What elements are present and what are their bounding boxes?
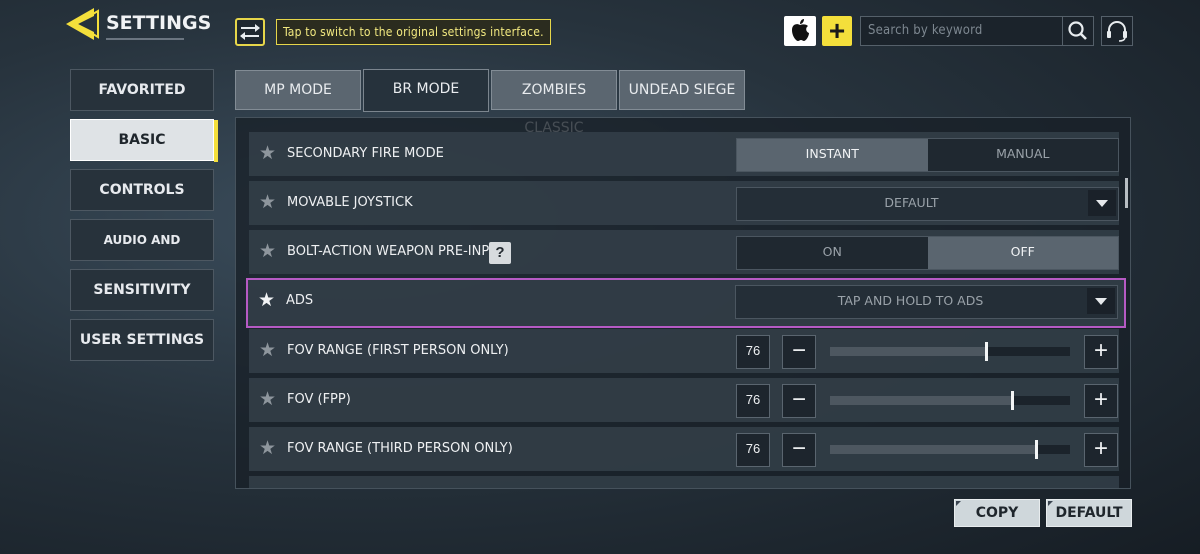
tab-br-mode[interactable]: BR MODE (363, 69, 489, 112)
apple-button[interactable] (784, 16, 816, 46)
setting-label: SECONDARY FIRE MODE (287, 146, 444, 161)
setting-row-fov-fpp: ★ FOV (FPP) 76 − + (249, 378, 1119, 422)
increase-button[interactable]: + (1084, 384, 1118, 418)
option-instant[interactable]: INSTANT (737, 139, 928, 171)
fov-value[interactable]: 76 (736, 335, 770, 369)
favorite-star-icon[interactable]: ★ (259, 242, 279, 262)
help-icon[interactable]: ? (489, 242, 511, 264)
nav-item-audio-graphics[interactable]: AUDIO AND GRAPHICS (70, 219, 214, 287)
search-button[interactable] (1062, 16, 1094, 46)
slider-fill (830, 396, 1012, 405)
decrease-button[interactable]: − (782, 335, 816, 369)
decrease-button[interactable]: − (782, 433, 816, 467)
nav-item-sensitivity[interactable]: SENSITIVITY (70, 269, 214, 311)
tab-undead-siege[interactable]: UNDEAD SIEGE (619, 70, 745, 110)
movable-joystick-dropdown[interactable]: DEFAULT (736, 187, 1119, 221)
page-title: SETTINGS (106, 6, 211, 40)
setting-row-bolt-action: ★ BOLT-ACTION WEAPON PRE-INPUT ? ON OFF (249, 230, 1119, 274)
dropdown-value: TAP AND HOLD TO ADS (837, 293, 984, 308)
copy-button[interactable]: COPY (954, 499, 1040, 527)
setting-row-secondary-fire: ★ SECONDARY FIRE MODE INSTANT MANUAL (249, 132, 1119, 176)
slider-thumb[interactable] (1035, 440, 1038, 459)
nav-item-basic[interactable]: BASIC (70, 119, 218, 162)
setting-row-ads: ★ ADS TAP AND HOLD TO ADS (246, 278, 1126, 328)
settings-scrollbar[interactable] (1125, 178, 1128, 208)
tab-zombies-classic[interactable]: ZOMBIES CLASSIC (491, 70, 617, 136)
increase-button[interactable]: + (1084, 433, 1118, 467)
setting-row-fov-third-person: ★ FOV RANGE (THIRD PERSON ONLY) 76 − + (249, 427, 1119, 471)
search-icon (1068, 21, 1087, 40)
favorite-star-icon[interactable]: ★ (259, 144, 279, 164)
favorite-star-icon[interactable]: ★ (259, 439, 279, 459)
back-arrow-icon (66, 8, 99, 40)
setting-label: FOV (FPP) (287, 392, 351, 407)
slider-fill (830, 445, 1036, 454)
slider-thumb[interactable] (1011, 391, 1014, 410)
add-button[interactable]: + (822, 16, 852, 46)
option-off[interactable]: OFF (927, 237, 1118, 269)
sliders-icon (240, 24, 260, 40)
setting-label: MOVABLE JOYSTICK (287, 195, 413, 210)
option-on[interactable]: ON (737, 237, 928, 269)
nav-item-user-settings[interactable]: USER SETTINGS (70, 319, 214, 361)
decrease-button[interactable]: − (782, 384, 816, 418)
setting-label: FOV RANGE (FIRST PERSON ONLY) (287, 343, 509, 358)
chevron-down-icon[interactable] (1088, 190, 1116, 216)
headset-icon (1107, 21, 1127, 42)
setting-label: BOLT-ACTION WEAPON PRE-INPUT (287, 244, 507, 259)
fov-value[interactable]: 76 (736, 384, 770, 418)
nav-item-favorited[interactable]: FAVORITED (70, 69, 214, 111)
fov-value[interactable]: 76 (736, 433, 770, 467)
chevron-down-icon[interactable] (1087, 288, 1115, 314)
favorite-star-icon[interactable]: ★ (259, 193, 279, 213)
dropdown-value: DEFAULT (884, 195, 939, 210)
search-input[interactable]: Search by keyword (860, 16, 1064, 46)
ads-dropdown[interactable]: TAP AND HOLD TO ADS (735, 285, 1118, 319)
default-button[interactable]: DEFAULT (1046, 499, 1132, 527)
favorite-star-icon[interactable]: ★ (259, 390, 279, 410)
favorite-star-icon[interactable]: ★ (259, 341, 279, 361)
option-manual[interactable]: MANUAL (928, 139, 1119, 171)
favorite-star-icon[interactable]: ★ (258, 291, 278, 311)
slider-fill (830, 347, 986, 356)
switch-interface-button[interactable] (235, 18, 265, 46)
tab-mp-mode[interactable]: MP MODE (235, 70, 361, 110)
support-button[interactable] (1101, 16, 1133, 46)
slider-thumb[interactable] (985, 342, 988, 361)
bolt-action-toggle: ON OFF (736, 236, 1119, 270)
fov-slider[interactable] (830, 440, 1070, 459)
setting-label: FOV RANGE (THIRD PERSON ONLY) (287, 441, 513, 456)
apple-icon (792, 19, 809, 41)
setting-row-partial (249, 476, 1119, 488)
switch-interface-tooltip: Tap to switch to the original settings i… (276, 19, 551, 45)
setting-label: ADS (286, 293, 314, 308)
setting-row-movable-joystick: ★ MOVABLE JOYSTICK DEFAULT (249, 181, 1119, 225)
fov-slider[interactable] (830, 342, 1070, 361)
nav-item-controls[interactable]: CONTROLS (70, 169, 214, 211)
setting-row-fov-first-person: ★ FOV RANGE (FIRST PERSON ONLY) 76 − + (249, 329, 1119, 373)
back-button[interactable] (60, 5, 100, 43)
secondary-fire-toggle: INSTANT MANUAL (736, 138, 1119, 172)
increase-button[interactable]: + (1084, 335, 1118, 369)
fov-slider[interactable] (830, 391, 1070, 410)
settings-list: ★ SECONDARY FIRE MODE INSTANT MANUAL ★ M… (235, 117, 1131, 489)
